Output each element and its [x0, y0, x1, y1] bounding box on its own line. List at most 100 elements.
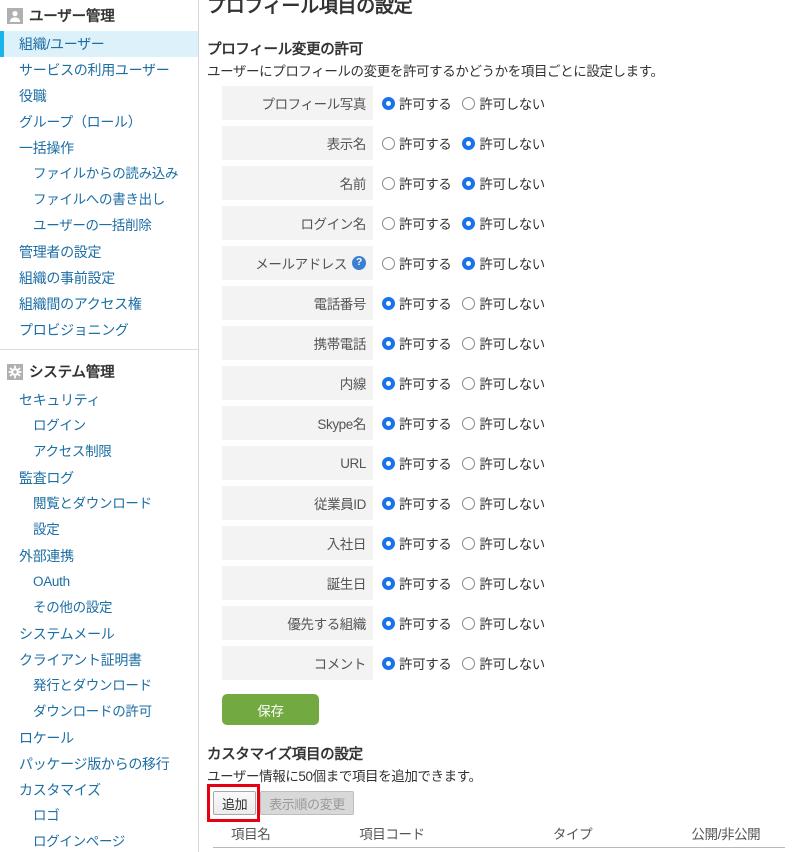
radio-allow[interactable]: 許可する: [382, 293, 452, 313]
radio-allow-input[interactable]: [382, 376, 395, 390]
permission-row: URL 許可する 許可しない: [199, 446, 800, 480]
sidebar-item[interactable]: ダウンロードの許可: [0, 699, 198, 725]
radio-allow[interactable]: 許可する: [382, 533, 452, 553]
radio-deny[interactable]: 許可しない: [462, 493, 545, 513]
sidebar-item[interactable]: ロゴ: [0, 803, 198, 829]
radio-allow-input[interactable]: [382, 456, 395, 470]
sidebar-item[interactable]: アクセス制限: [0, 439, 198, 465]
radio-allow-input[interactable]: [382, 536, 395, 550]
radio-deny[interactable]: 許可しない: [462, 133, 545, 153]
radio-allow-input[interactable]: [382, 176, 395, 190]
radio-deny[interactable]: 許可しない: [462, 573, 545, 593]
sidebar-item[interactable]: 管理者の設定: [0, 239, 198, 265]
sidebar-item[interactable]: ファイルからの読み込み: [0, 161, 198, 187]
radio-deny-input[interactable]: [462, 176, 476, 190]
sidebar-item[interactable]: ロケール: [0, 725, 198, 751]
radio-deny-input[interactable]: [462, 136, 476, 150]
radio-deny[interactable]: 許可しない: [462, 413, 545, 433]
radio-allow[interactable]: 許可する: [382, 333, 452, 353]
radio-deny[interactable]: 許可しない: [462, 613, 545, 633]
radio-allow[interactable]: 許可する: [382, 653, 452, 673]
radio-deny-input[interactable]: [462, 616, 476, 630]
radio-deny-input[interactable]: [462, 416, 476, 430]
radio-deny[interactable]: 許可しない: [462, 213, 545, 233]
sidebar-item[interactable]: 外部連携: [0, 543, 198, 569]
radio-allow-input[interactable]: [382, 416, 395, 430]
radio-deny-input[interactable]: [462, 496, 476, 510]
sidebar-item[interactable]: 発行とダウンロード: [0, 673, 198, 699]
add-item-button[interactable]: 追加: [213, 791, 257, 815]
sidebar-item[interactable]: 設定: [0, 517, 198, 543]
sidebar-item[interactable]: その他の設定: [0, 595, 198, 621]
radio-allow-input[interactable]: [382, 96, 395, 110]
radio-allow[interactable]: 許可する: [382, 613, 452, 633]
radio-allow-input[interactable]: [382, 136, 395, 150]
sidebar-item[interactable]: 監査ログ: [0, 465, 198, 491]
sidebar-item-label: プロビジョニング: [19, 322, 129, 338]
radio-deny[interactable]: 許可しない: [462, 373, 545, 393]
sidebar-item[interactable]: 組織の事前設定: [0, 265, 198, 291]
radio-deny-input[interactable]: [462, 456, 476, 470]
radio-allow[interactable]: 許可する: [382, 133, 452, 153]
radio-allow[interactable]: 許可する: [382, 213, 452, 233]
radio-allow[interactable]: 許可する: [382, 93, 452, 113]
radio-deny-input[interactable]: [462, 576, 476, 590]
radio-deny-input[interactable]: [462, 536, 476, 550]
radio-allow-input[interactable]: [382, 616, 395, 630]
sidebar-item[interactable]: 役職: [0, 83, 198, 109]
radio-deny[interactable]: 許可しない: [462, 173, 545, 193]
sidebar-item[interactable]: ログイン: [0, 413, 198, 439]
radio-allow[interactable]: 許可する: [382, 173, 452, 193]
radio-deny[interactable]: 許可しない: [462, 653, 545, 673]
radio-allow[interactable]: 許可する: [382, 413, 452, 433]
sidebar-item[interactable]: サービスの利用ユーザー: [0, 57, 198, 83]
radio-allow[interactable]: 許可する: [382, 493, 452, 513]
radio-deny-input[interactable]: [462, 296, 476, 310]
permission-row-label-cell: 従業員ID: [222, 486, 373, 520]
permission-row: 従業員ID 許可する 許可しない: [199, 486, 800, 520]
sidebar-item[interactable]: ファイルへの書き出し: [0, 187, 198, 213]
radio-allow[interactable]: 許可する: [382, 253, 452, 273]
radio-deny[interactable]: 許可しない: [462, 293, 545, 313]
radio-deny[interactable]: 許可しない: [462, 533, 545, 553]
radio-deny[interactable]: 許可しない: [462, 93, 545, 113]
sidebar-item[interactable]: OAuth: [0, 569, 198, 595]
radio-allow-input[interactable]: [382, 336, 395, 350]
sidebar-item[interactable]: セキュリティ: [0, 387, 198, 413]
radio-deny[interactable]: 許可しない: [462, 253, 545, 273]
radio-allow[interactable]: 許可する: [382, 573, 452, 593]
sidebar-item[interactable]: 一括操作: [0, 135, 198, 161]
radio-deny[interactable]: 許可しない: [462, 453, 545, 473]
radio-deny-input[interactable]: [462, 256, 476, 270]
radio-allow-input[interactable]: [382, 496, 395, 510]
radio-deny-input[interactable]: [462, 336, 476, 350]
radio-deny-input[interactable]: [462, 216, 476, 230]
radio-allow-input[interactable]: [382, 216, 395, 230]
sidebar-item[interactable]: ログインページ: [0, 829, 198, 852]
radio-deny-input[interactable]: [462, 376, 476, 390]
customize-section-title: カスタマイズ項目の設定: [207, 747, 363, 763]
radio-allow-input[interactable]: [382, 256, 395, 270]
sidebar-item[interactable]: パッケージ版からの移行: [0, 751, 198, 777]
sidebar-item[interactable]: クライアント証明書: [0, 647, 198, 673]
profile-permission-table: プロフィール写真 許可する 許可しない 表示名 許可する 許可しない 名前 許可する 許可しない…: [199, 86, 800, 680]
radio-allow-input[interactable]: [382, 296, 395, 310]
radio-deny-input[interactable]: [462, 656, 476, 670]
sidebar-item[interactable]: 閲覧とダウンロード: [0, 491, 198, 517]
sidebar-item[interactable]: ユーザーの一括削除: [0, 213, 198, 239]
sidebar-item[interactable]: システムメール: [0, 621, 198, 647]
save-button[interactable]: 保存: [222, 694, 319, 725]
sidebar-item[interactable]: カスタマイズ: [0, 777, 198, 803]
radio-allow[interactable]: 許可する: [382, 373, 452, 393]
radio-allow[interactable]: 許可する: [382, 453, 452, 473]
radio-deny[interactable]: 許可しない: [462, 333, 545, 353]
sidebar-item[interactable]: グループ（ロール）: [0, 109, 198, 135]
sidebar-item-selected[interactable]: 組織/ユーザー: [0, 31, 198, 57]
help-icon[interactable]: ?: [352, 256, 366, 270]
radio-deny-input[interactable]: [462, 96, 476, 110]
sidebar-item[interactable]: プロビジョニング: [0, 317, 198, 343]
radio-allow-input[interactable]: [382, 656, 395, 670]
sidebar-item[interactable]: 組織間のアクセス権: [0, 291, 198, 317]
radio-deny-label: 許可しない: [479, 657, 545, 672]
radio-allow-input[interactable]: [382, 576, 395, 590]
